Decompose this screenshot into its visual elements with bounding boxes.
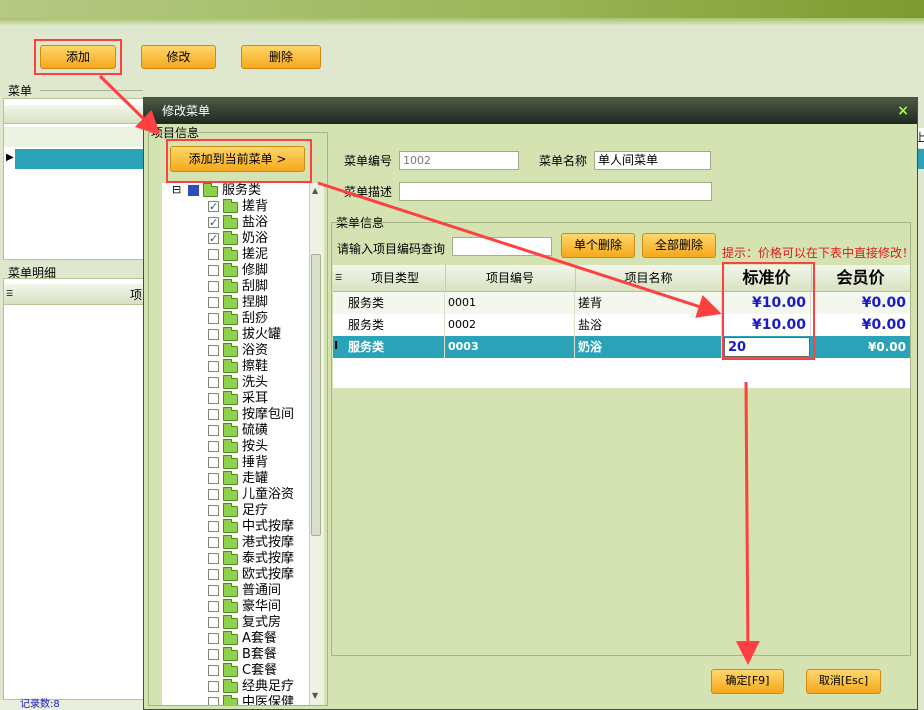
arrow-tree-to-price <box>317 181 722 318</box>
arrow-add-to-dialog <box>98 74 161 136</box>
arrow-price-to-confirm <box>735 381 760 665</box>
annotation-arrows <box>98 74 760 665</box>
